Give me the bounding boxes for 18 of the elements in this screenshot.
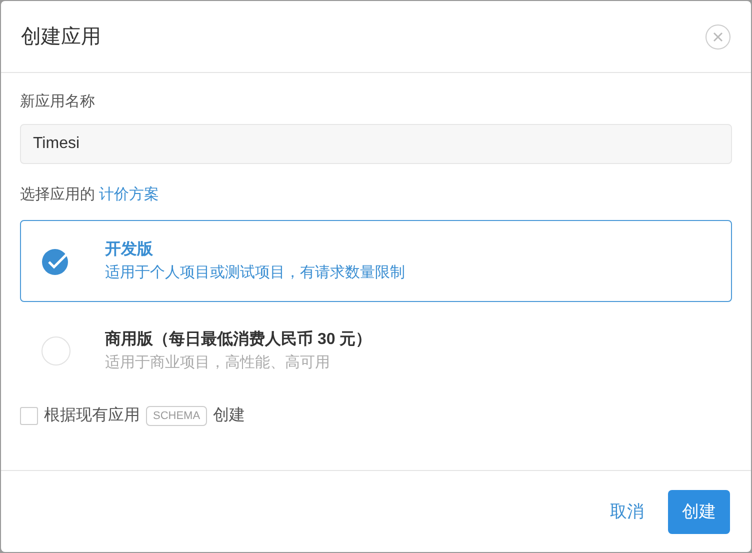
plan-description: 适用于个人项目或测试项目，有请求数量限制	[105, 262, 405, 283]
checkbox-label: 创建	[213, 406, 246, 426]
checkbox[interactable]	[20, 407, 38, 425]
plan-option[interactable]: 开发版 适用于个人项目或测试项目，有请求数量限制	[20, 220, 732, 302]
plan-prompt: 选择应用的 计价方案	[20, 184, 160, 204]
app-name-field[interactable]: Timesi	[20, 124, 732, 164]
pricing-link[interactable]: 计价方案	[99, 186, 160, 202]
plan-title: 商用版（每日最低消费人民币 30 元）	[105, 329, 372, 350]
checked-radio-icon[interactable]	[41, 246, 71, 276]
checkbox-label: 根据现有应用	[44, 406, 140, 426]
plan-description: 适用于商业项目，高性能、高可用	[105, 352, 331, 373]
plan-title: 开发版	[105, 240, 154, 260]
schema-tag: SCHEMA	[146, 406, 208, 426]
field-label: 新应用名称	[20, 92, 96, 112]
radio-icon[interactable]	[41, 336, 71, 366]
create-button[interactable]: 创建	[668, 490, 730, 534]
cancel-button[interactable]: 取消	[610, 498, 644, 524]
dialog-title: 创建应用	[21, 24, 101, 48]
